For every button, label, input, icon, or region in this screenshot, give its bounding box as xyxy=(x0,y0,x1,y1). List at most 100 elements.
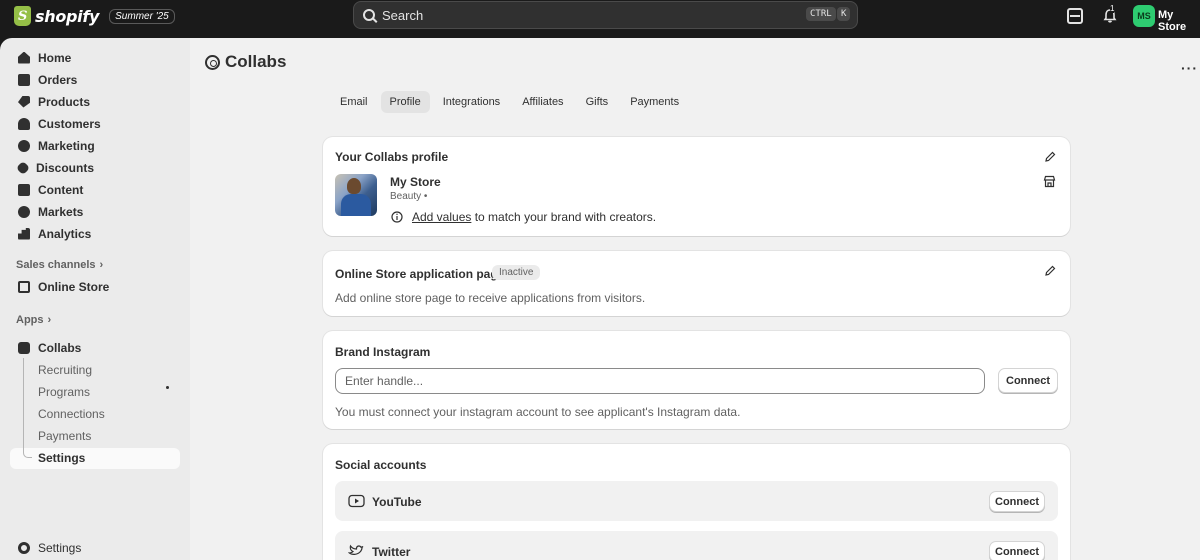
top-bar: shopify Summer '25 Search CTRL K 1 MS My… xyxy=(0,0,1200,38)
sales-channels-header[interactable]: Sales channels › xyxy=(16,259,103,271)
orders-icon xyxy=(18,73,30,86)
add-values-link[interactable]: Add values xyxy=(412,210,471,224)
card-title: Brand Instagram xyxy=(335,345,431,359)
tab-bar: Email Profile Integrations Affiliates Gi… xyxy=(331,91,692,113)
main-content: Collabs ··· Email Profile Integrations A… xyxy=(190,38,1200,560)
sidebar-item-collabs[interactable]: Collabs xyxy=(10,337,180,358)
profile-image xyxy=(335,174,377,216)
sidebar-item-marketing[interactable]: Marketing xyxy=(10,135,180,156)
collabs-icon xyxy=(18,341,30,354)
card-description: You must connect your instagram account … xyxy=(335,405,741,419)
sidebar-sub-connections[interactable]: Connections xyxy=(38,407,105,421)
sidebar-item-home[interactable]: Home xyxy=(10,47,180,68)
sidebar-item-label: Content xyxy=(38,182,84,197)
card-title: Online Store application page xyxy=(335,267,505,281)
social-name: Twitter xyxy=(372,545,411,559)
person-icon xyxy=(18,117,30,130)
sidebar-item-label: Settings xyxy=(38,540,82,555)
pencil-icon[interactable] xyxy=(1044,265,1056,277)
sidebar-sub-settings[interactable]: Settings xyxy=(38,451,85,465)
kbd-k: K xyxy=(837,7,851,21)
apps-label: Apps xyxy=(16,314,44,326)
discount-icon xyxy=(15,160,31,175)
notification-count: 1 xyxy=(1110,4,1115,13)
sidebar-item-orders[interactable]: Orders xyxy=(10,69,180,90)
sidebar-item-label: Customers xyxy=(38,116,101,131)
brand-instagram-card: Brand Instagram Connect You must connect… xyxy=(323,331,1070,429)
shopify-logo[interactable]: shopify Summer '25 xyxy=(14,6,175,26)
shopify-bag-icon xyxy=(14,6,31,26)
sidebar-item-analytics[interactable]: Analytics xyxy=(10,223,180,244)
sidebar-item-customers[interactable]: Customers xyxy=(10,113,180,134)
apps-header[interactable]: Apps › xyxy=(16,314,51,326)
sidebar: Home Orders Products Customers Marketing… xyxy=(0,38,190,560)
card-description: Add online store page to receive applica… xyxy=(335,291,646,305)
connect-twitter-button[interactable]: Connect xyxy=(989,541,1045,560)
instagram-handle-input[interactable] xyxy=(335,368,985,394)
tab-gifts[interactable]: Gifts xyxy=(577,91,618,113)
sidebar-item-label: Analytics xyxy=(38,226,92,241)
add-values-text: Add values to match your brand with crea… xyxy=(412,210,656,224)
sidebar-item-online-store[interactable]: Online Store xyxy=(10,276,180,297)
add-values-rest: to match your brand with creators. xyxy=(471,210,657,224)
collabs-more-dot xyxy=(166,386,169,389)
sidebar-item-label: Collabs xyxy=(38,340,82,355)
sidebar-item-label: Online Store xyxy=(38,279,110,294)
sidebar-item-products[interactable]: Products xyxy=(10,91,180,112)
store-icon[interactable] xyxy=(1043,175,1056,188)
social-row-twitter: Twitter Connect xyxy=(335,531,1058,560)
connect-instagram-button[interactable]: Connect xyxy=(998,368,1058,393)
more-actions-icon[interactable]: ··· xyxy=(1181,60,1198,76)
tab-affiliates[interactable]: Affiliates xyxy=(513,91,572,113)
profile-category: Beauty • xyxy=(390,191,428,202)
connect-youtube-button[interactable]: Connect xyxy=(989,491,1045,512)
youtube-icon xyxy=(348,494,365,508)
store-icon xyxy=(18,280,30,293)
kbd-ctrl: CTRL xyxy=(806,7,836,21)
sidebar-item-label: Orders xyxy=(38,72,78,87)
sidebar-item-discounts[interactable]: Discounts xyxy=(10,157,180,178)
social-accounts-card: Social accounts YouTube Connect Twitter … xyxy=(323,444,1070,560)
search-bar[interactable]: Search CTRL K xyxy=(353,1,858,29)
card-title: Social accounts xyxy=(335,458,427,472)
status-badge: Inactive xyxy=(492,265,541,280)
tab-profile[interactable]: Profile xyxy=(380,91,430,113)
content-icon xyxy=(18,183,30,196)
tab-payments[interactable]: Payments xyxy=(621,91,688,113)
social-name: YouTube xyxy=(372,495,422,509)
page-title: Collabs xyxy=(205,52,286,72)
search-label: Search xyxy=(382,7,424,23)
tree-hook xyxy=(23,449,32,458)
social-row-youtube: YouTube Connect xyxy=(335,481,1058,521)
sidebar-item-label: Home xyxy=(38,50,72,65)
inbox-icon[interactable] xyxy=(1067,8,1083,24)
sidebar-item-label: Discounts xyxy=(36,160,95,175)
sidebar-item-label: Marketing xyxy=(38,138,95,153)
sidebar-item-settings[interactable]: Settings xyxy=(10,537,180,558)
chart-icon xyxy=(18,227,30,240)
tab-integrations[interactable]: Integrations xyxy=(434,91,509,113)
edition-badge[interactable]: Summer '25 xyxy=(109,8,175,24)
collabs-profile-card: Your Collabs profile My Store Beauty • A… xyxy=(323,137,1070,236)
profile-store-name: My Store xyxy=(390,175,441,189)
tag-icon xyxy=(18,95,30,108)
tree-line xyxy=(23,358,24,453)
sidebar-item-content[interactable]: Content xyxy=(10,179,180,200)
sidebar-item-markets[interactable]: Markets xyxy=(10,201,180,222)
store-name[interactable]: My Store xyxy=(1158,9,1200,33)
info-icon xyxy=(391,211,403,223)
search-icon xyxy=(363,9,375,21)
pencil-icon[interactable] xyxy=(1044,151,1056,163)
globe-icon xyxy=(18,205,30,218)
avatar[interactable]: MS xyxy=(1133,5,1155,27)
sidebar-sub-programs[interactable]: Programs xyxy=(38,385,90,399)
sales-channels-label: Sales channels xyxy=(16,259,96,271)
sidebar-sub-recruiting[interactable]: Recruiting xyxy=(38,363,92,377)
sidebar-item-label: Markets xyxy=(38,204,84,219)
card-title: Your Collabs profile xyxy=(335,150,449,164)
tab-email[interactable]: Email xyxy=(331,91,377,113)
logo-text: shopify xyxy=(35,6,100,26)
sidebar-sub-payments[interactable]: Payments xyxy=(38,429,91,443)
twitter-icon xyxy=(347,544,365,558)
home-icon xyxy=(18,51,30,64)
